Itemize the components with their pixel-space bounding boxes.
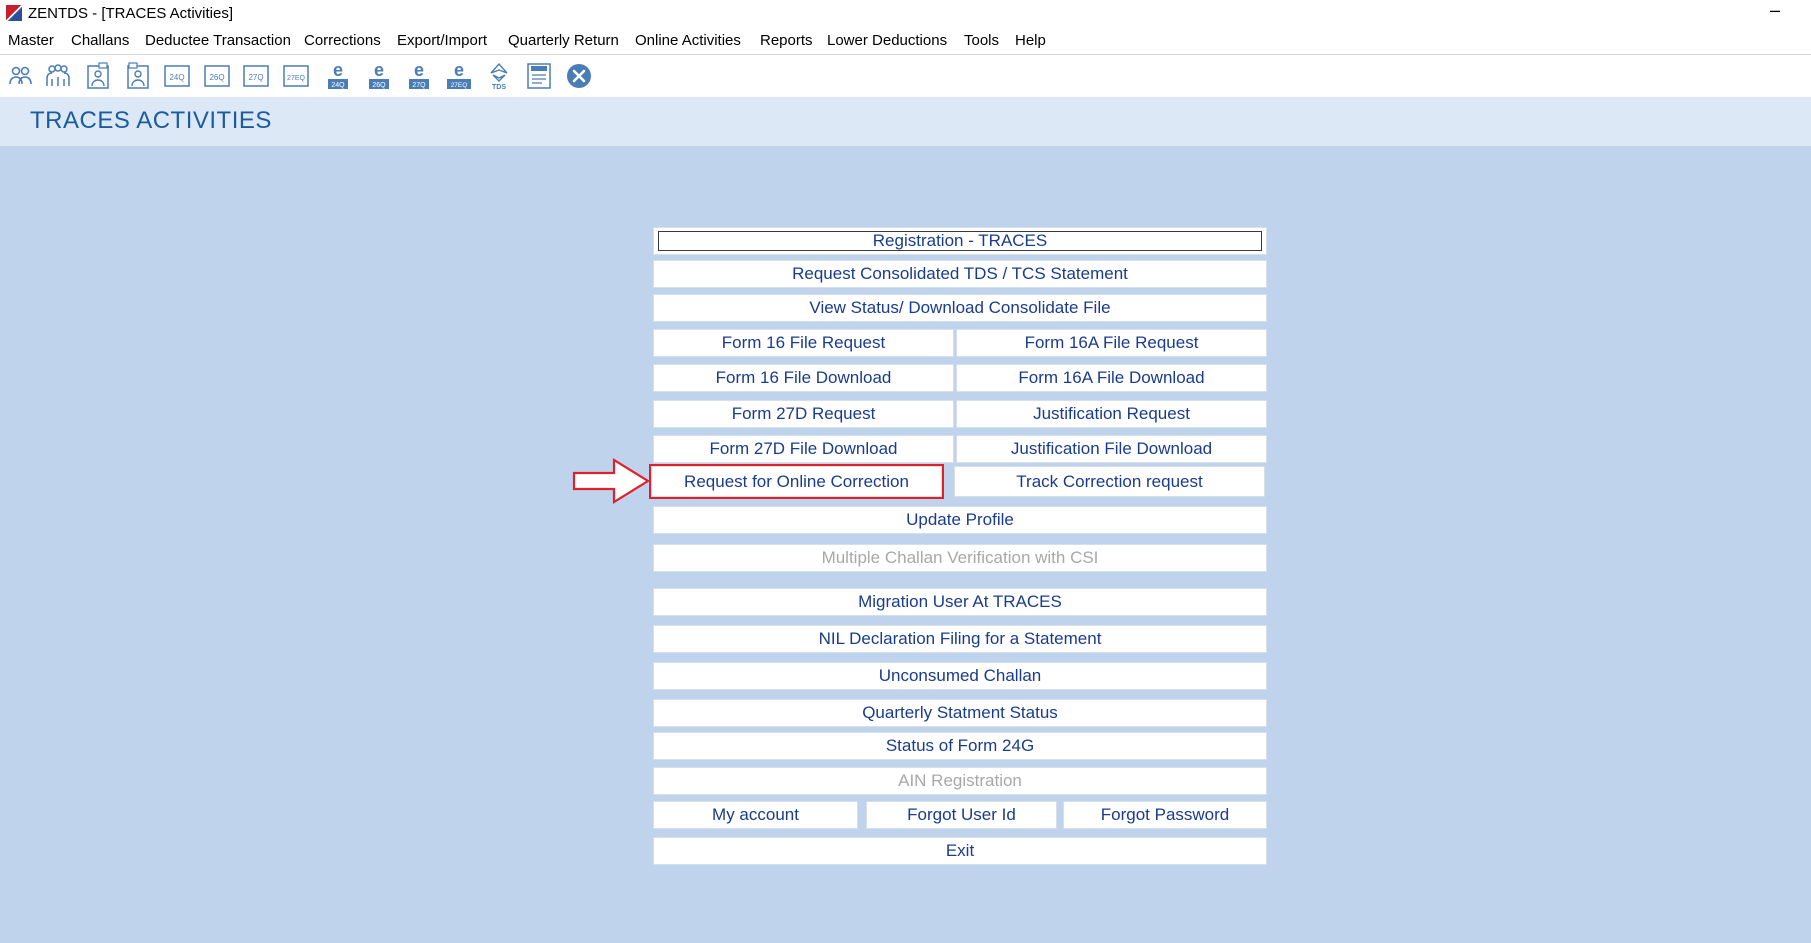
e-24q-label: 24Q	[331, 82, 345, 89]
forgot-user-id-button[interactable]: Forgot User Id	[866, 801, 1057, 829]
form-27eq-label: 27EQ	[287, 75, 305, 82]
menu-online-activities[interactable]: Online Activities	[635, 32, 741, 49]
e-24q-glyph: e	[333, 61, 343, 80]
unconsumed-challan-button[interactable]: Unconsumed Challan	[653, 662, 1267, 690]
e-24q-icon[interactable]: e 24Q	[324, 61, 352, 91]
toolbar: 24Q 26Q 27Q 27EQ e 24Q e 26Q e 27Q e 27EQ TD…	[0, 55, 1811, 97]
form-27q-icon[interactable]: 27Q	[242, 61, 270, 91]
certificate-icon[interactable]	[525, 61, 553, 91]
menu-reports[interactable]: Reports	[760, 32, 813, 49]
deductees-icon[interactable]	[44, 61, 72, 91]
form-26q-icon[interactable]: 26Q	[203, 61, 231, 91]
title-bar: ZENTDS - [TRACES Activities] –	[0, 0, 1811, 28]
e-26q-label: 26Q	[372, 82, 386, 89]
justification-request-button[interactable]: Justification Request	[956, 400, 1267, 428]
exit-button[interactable]: Exit	[653, 837, 1267, 865]
menu-master[interactable]: Master	[8, 32, 54, 49]
e-27eq-glyph: e	[454, 61, 464, 80]
migration-user-button[interactable]: Migration User At TRACES	[653, 588, 1267, 616]
form27d-file-download-button[interactable]: Form 27D File Download	[653, 435, 954, 463]
update-profile-button[interactable]: Update Profile	[653, 506, 1267, 534]
menu-challans[interactable]: Challans	[71, 32, 129, 49]
track-correction-request-button[interactable]: Track Correction request	[954, 466, 1265, 497]
highlight-box	[649, 464, 944, 499]
registration-traces-button[interactable]: Registration - TRACES	[653, 227, 1267, 255]
status-form24g-button[interactable]: Status of Form 24G	[653, 732, 1267, 760]
menu-tools[interactable]: Tools	[964, 32, 999, 49]
form-27q-label: 27Q	[248, 73, 263, 82]
ain-registration-button: AIN Registration	[653, 767, 1267, 795]
close-circle-icon[interactable]	[565, 61, 593, 91]
form27d-request-button[interactable]: Form 27D Request	[653, 400, 954, 428]
my-account-button[interactable]: My account	[653, 801, 858, 829]
menu-help[interactable]: Help	[1015, 32, 1046, 49]
e-26q-glyph: e	[374, 61, 384, 80]
e-27q-icon[interactable]: e 27Q	[405, 61, 433, 91]
tds-label: TDS	[492, 84, 506, 91]
e-27q-label: 27Q	[412, 82, 426, 89]
menu-corrections[interactable]: Corrections	[304, 32, 381, 49]
form16-file-request-button[interactable]: Form 16 File Request	[653, 329, 954, 357]
justification-file-download-button[interactable]: Justification File Download	[956, 435, 1267, 463]
form-person-alt-icon[interactable]	[124, 61, 152, 91]
app-logo-icon	[6, 5, 22, 21]
forgot-password-button[interactable]: Forgot Password	[1063, 801, 1267, 829]
menu-export-import[interactable]: Export/Import	[397, 32, 487, 49]
form-24q-icon[interactable]: 24Q	[163, 61, 191, 91]
form-person-icon[interactable]	[84, 61, 112, 91]
form16-file-download-button[interactable]: Form 16 File Download	[653, 364, 954, 392]
menu-quarterly-return[interactable]: Quarterly Return	[508, 32, 619, 49]
minimize-button[interactable]: –	[1760, 0, 1790, 21]
pointer-arrow-icon	[572, 458, 651, 504]
e-27eq-label: 27EQ	[451, 82, 468, 89]
e-26q-icon[interactable]: e 26Q	[365, 61, 393, 91]
deductor-icon[interactable]	[6, 61, 34, 91]
view-status-download-button[interactable]: View Status/ Download Consolidate File	[653, 294, 1267, 322]
quarterly-statement-status-button[interactable]: Quarterly Statment Status	[653, 699, 1267, 727]
form16a-file-request-button[interactable]: Form 16A File Request	[956, 329, 1267, 357]
e-27q-glyph: e	[414, 61, 424, 80]
request-consolidated-statement-button[interactable]: Request Consolidated TDS / TCS Statement	[653, 260, 1267, 288]
page-title: TRACES ACTIVITIES	[30, 107, 272, 134]
menu-deductee-transaction[interactable]: Deductee Transaction	[145, 32, 291, 49]
window-title: ZENTDS - [TRACES Activities]	[28, 5, 234, 22]
menu-lower-deductions[interactable]: Lower Deductions	[827, 32, 947, 49]
form16a-file-download-button[interactable]: Form 16A File Download	[956, 364, 1267, 392]
multiple-challan-verification-button: Multiple Challan Verification with CSI	[653, 544, 1267, 572]
form-24q-label: 24Q	[169, 73, 184, 82]
e-27eq-icon[interactable]: e 27EQ	[445, 61, 473, 91]
menu-bar: Master Challans Deductee Transaction Cor…	[0, 28, 1811, 55]
form-26q-label: 26Q	[209, 73, 224, 82]
tds-icon[interactable]: TDS	[485, 61, 513, 91]
form-27eq-icon[interactable]: 27EQ	[282, 61, 310, 91]
nil-declaration-button[interactable]: NIL Declaration Filing for a Statement	[653, 625, 1267, 653]
